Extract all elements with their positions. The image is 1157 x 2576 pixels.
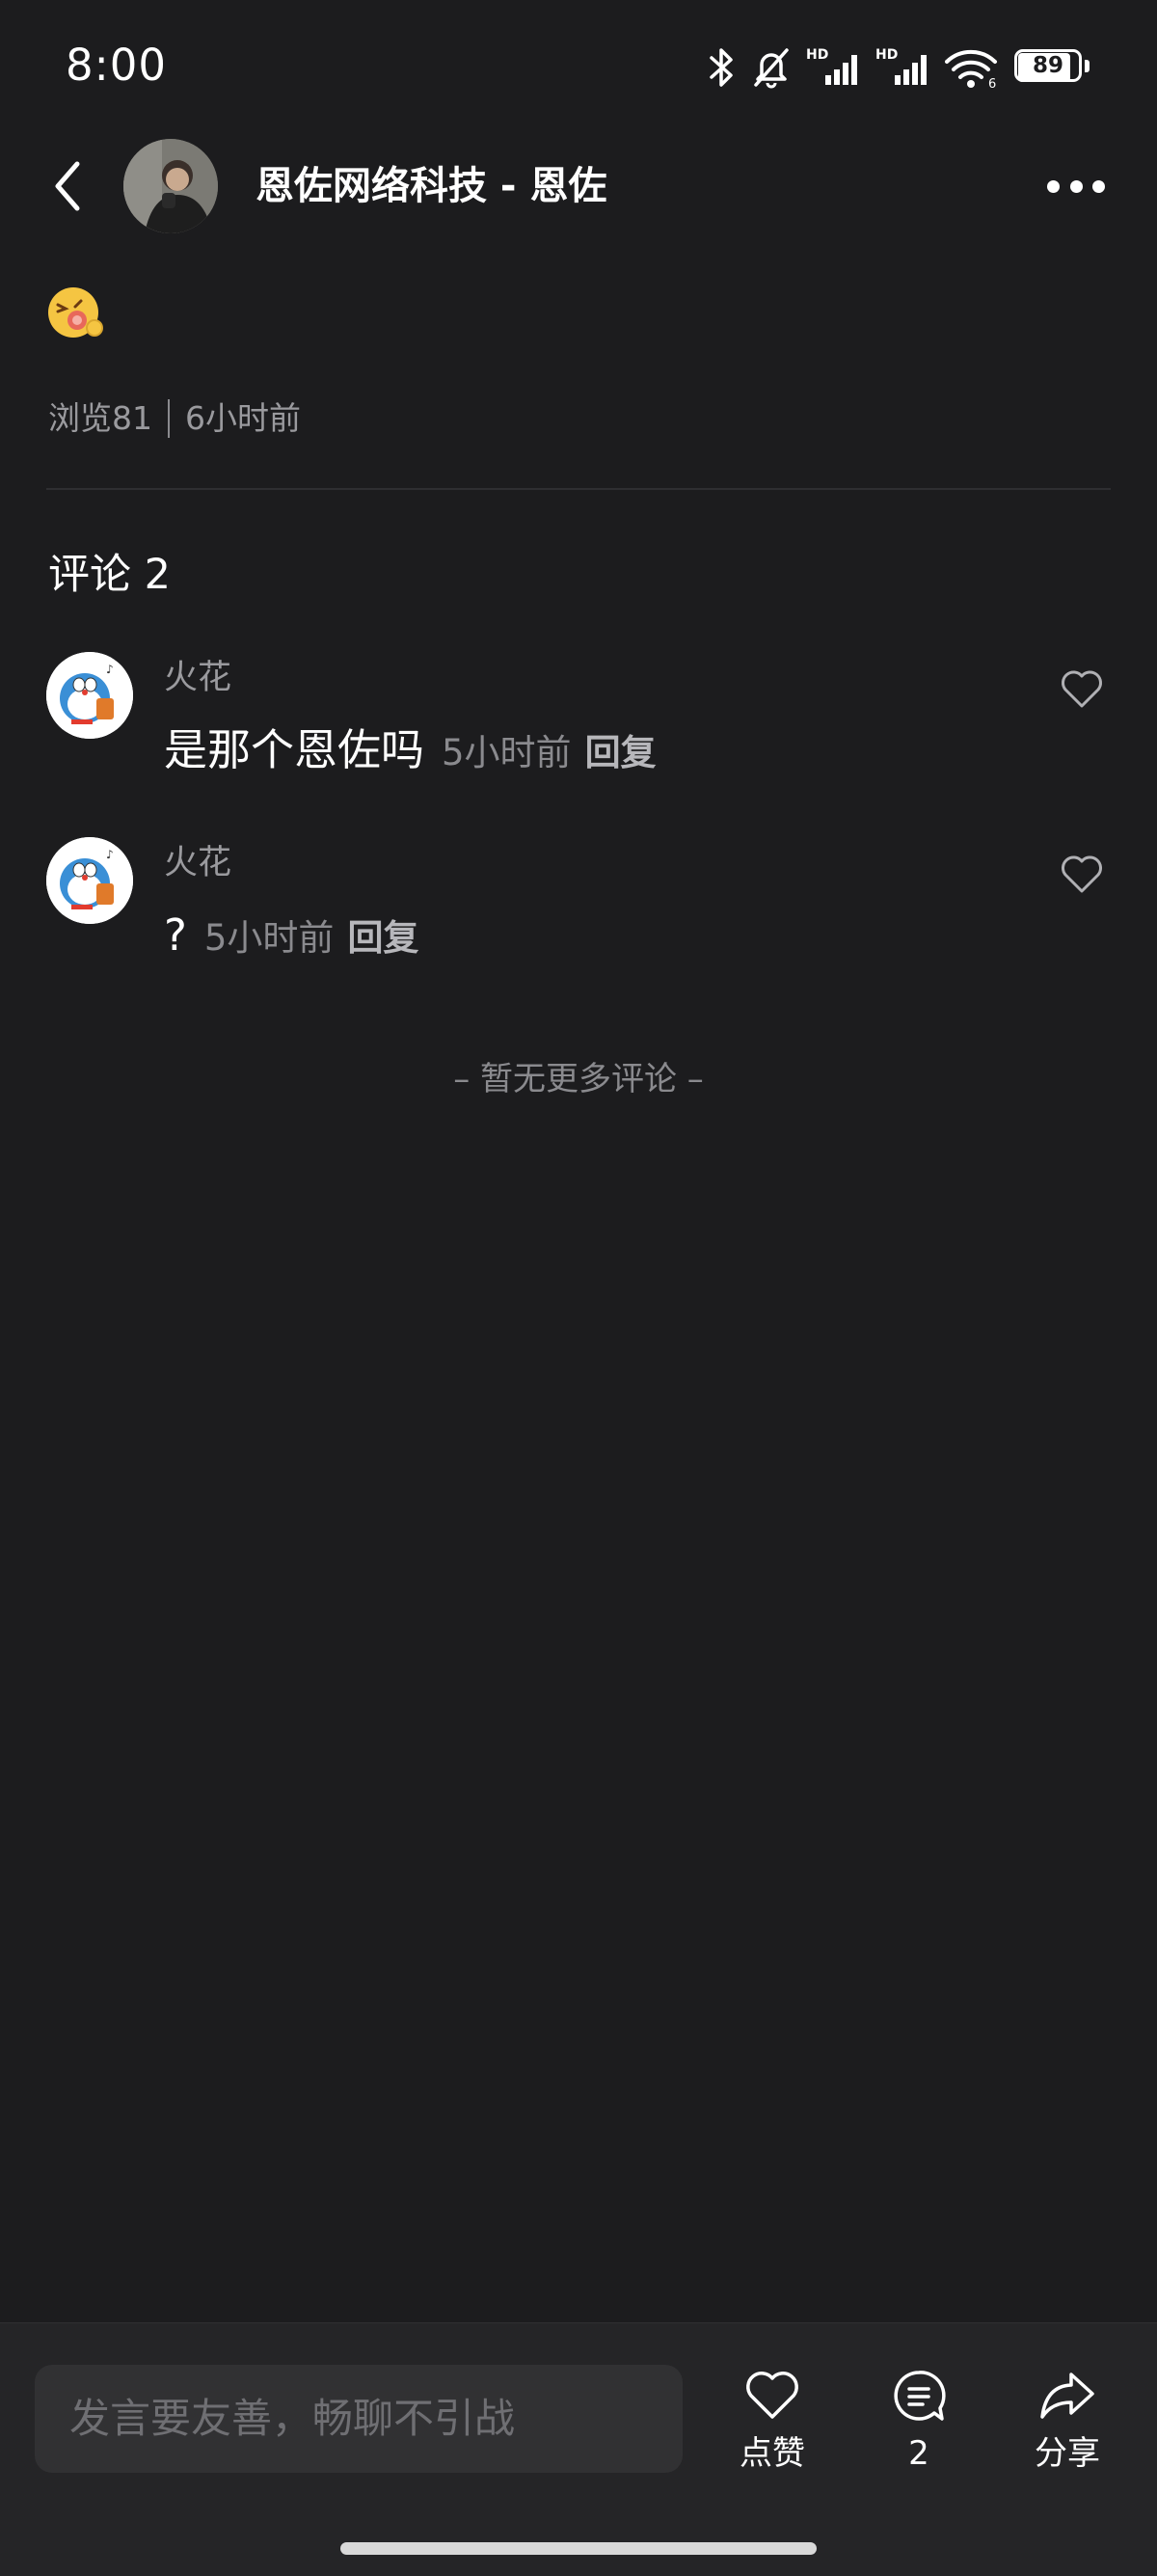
- comment-body: 是那个恩佐吗 5小时前 回复: [164, 721, 657, 779]
- commenter-avatar[interactable]: ♪: [46, 837, 133, 924]
- page-title: 恩佐网络科技 - 恩佐: [256, 164, 607, 208]
- svg-text:6: 6: [988, 77, 996, 89]
- comment-like-button[interactable]: [1059, 667, 1105, 710]
- heart-icon: [746, 2372, 798, 2419]
- mute-bell-icon: [754, 48, 789, 89]
- comment-like-button[interactable]: [1059, 853, 1105, 895]
- hd-signal-icon: HD: [875, 47, 927, 85]
- chevron-left-icon: [55, 161, 80, 211]
- dot-icon: [1047, 179, 1060, 193]
- bluetooth-icon: [710, 48, 733, 87]
- post-time: 6小时前: [185, 399, 301, 437]
- commenter-avatar[interactable]: ♪: [46, 652, 133, 739]
- comment-bubble-icon: [894, 2371, 946, 2421]
- comment-body: ? 5小时前 回复: [164, 907, 418, 964]
- svg-text:♪: ♪: [106, 663, 114, 676]
- doraemon-avatar: ♪: [46, 652, 133, 739]
- divider: [46, 488, 1111, 490]
- battery-level: 89: [1032, 53, 1063, 78]
- meta-divider: [168, 399, 170, 438]
- back-button[interactable]: [42, 154, 96, 218]
- status-time: 8:00: [66, 40, 168, 91]
- hd-signal-icon: HD: [806, 47, 857, 85]
- wifi-icon: 6: [945, 49, 997, 89]
- comment-time: 5小时前: [203, 917, 335, 959]
- comment-text: ?: [164, 909, 187, 961]
- share-label: 分享: [1035, 2434, 1100, 2473]
- dot-icon: [1069, 179, 1083, 193]
- dot-icon: [1092, 179, 1105, 193]
- person-photo: [123, 139, 218, 233]
- author-avatar[interactable]: [123, 139, 218, 233]
- view-count: 浏览81: [48, 399, 152, 437]
- like-label: 点赞: [740, 2434, 805, 2473]
- svg-text:♪: ♪: [106, 848, 114, 861]
- reply-button[interactable]: 回复: [347, 908, 418, 961]
- svg-text:HD: HD: [875, 47, 898, 63]
- laughing-face-emoji: [46, 285, 104, 339]
- comment-input[interactable]: 发言要友善，畅聊不引战: [35, 2365, 683, 2473]
- heart-icon: [1062, 855, 1102, 893]
- home-indicator[interactable]: [340, 2542, 817, 2555]
- heart-icon: [1062, 670, 1102, 708]
- comment-text: 是那个恩佐吗: [164, 724, 425, 775]
- comment-count: 2: [908, 2434, 929, 2473]
- comments-button[interactable]: 2: [866, 2365, 972, 2490]
- doraemon-avatar: ♪: [46, 837, 133, 924]
- comments-header: 评论 2: [48, 551, 172, 599]
- battery-icon: 89: [1014, 49, 1091, 86]
- share-button[interactable]: 分享: [1014, 2365, 1120, 2490]
- commenter-name[interactable]: 火花: [164, 656, 231, 700]
- reply-button[interactable]: 回复: [585, 723, 657, 775]
- more-options-button[interactable]: [1047, 170, 1105, 203]
- svg-text:HD: HD: [806, 47, 828, 63]
- share-arrow-icon: [1040, 2373, 1094, 2419]
- commenter-name[interactable]: 火花: [164, 841, 231, 885]
- like-button[interactable]: 点赞: [719, 2365, 825, 2490]
- no-more-comments: – 暂无更多评论 –: [453, 1060, 704, 1098]
- status-icons: HD HD 6 89: [708, 41, 1091, 95]
- comment-time: 5小时前: [442, 732, 572, 773]
- post-meta: 浏览81 6小时前: [48, 395, 301, 442]
